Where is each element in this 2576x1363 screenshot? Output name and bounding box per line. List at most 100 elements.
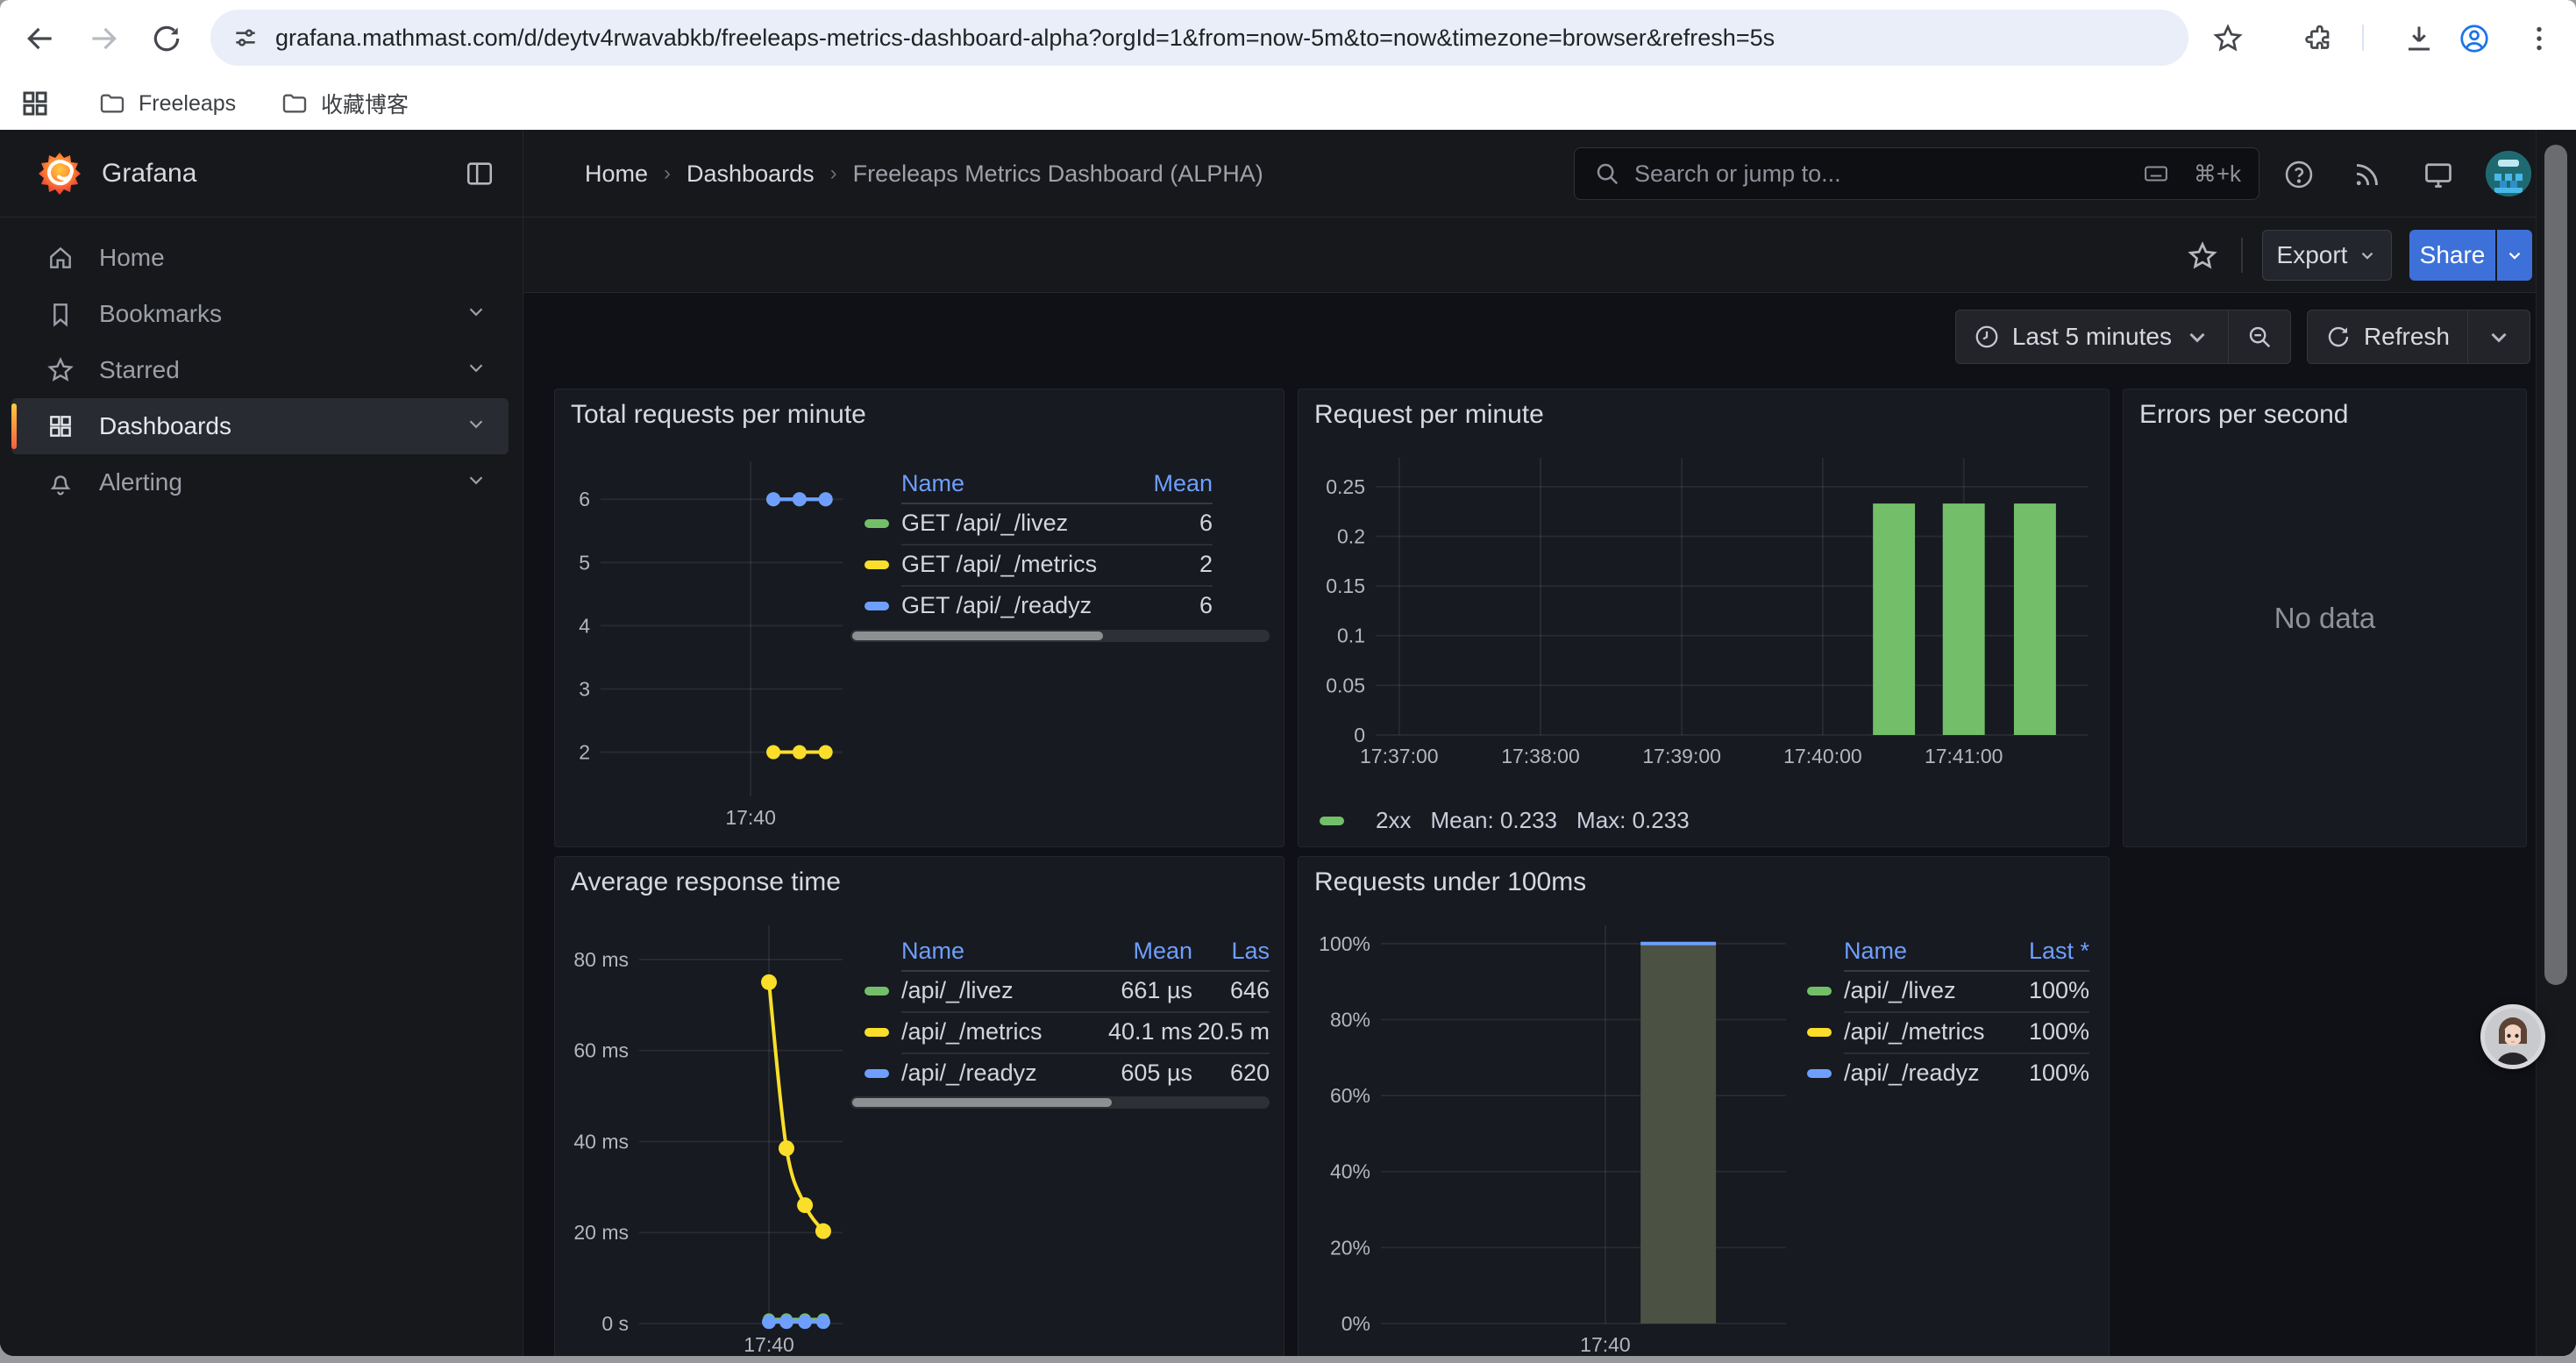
series-color-chip <box>1320 817 1344 825</box>
browser-menu-button[interactable] <box>2520 19 2558 58</box>
bookmark-star-button[interactable] <box>2209 19 2247 58</box>
downloads-button[interactable] <box>2400 19 2438 58</box>
time-range-group: Last 5 minutes <box>1955 310 2291 364</box>
legend-row[interactable]: /api/_/livez 661 µs 646 <box>865 970 1270 1011</box>
legend-row[interactable]: /api/_/readyz 605 µs 620 <box>865 1053 1270 1094</box>
svg-text:0.1: 0.1 <box>1337 624 1365 647</box>
chevron-down-icon <box>465 356 487 385</box>
series-name[interactable]: GET /api/_/metrics <box>901 551 1107 578</box>
series-last: 100% <box>1993 1018 2089 1045</box>
favorite-dashboard-button[interactable] <box>2183 237 2222 275</box>
user-avatar[interactable] <box>2486 151 2531 196</box>
share-button[interactable]: Share <box>2409 230 2495 281</box>
bookmark-folder-freeleaps[interactable]: Freeleaps <box>98 84 236 123</box>
brand-name: Grafana <box>102 159 196 189</box>
svg-text:80 ms: 80 ms <box>573 948 629 971</box>
series-name[interactable]: /api/_/metrics <box>901 1018 1070 1045</box>
sidebar-item-starred[interactable]: Starred <box>11 342 509 398</box>
series-name[interactable]: /api/_/metrics <box>1844 1018 1993 1045</box>
legend-row[interactable]: /api/_/metrics 40.1 ms 20.5 m <box>865 1011 1270 1053</box>
page-scrollbar[interactable] <box>2536 130 2576 1356</box>
site-settings-icon[interactable] <box>231 24 260 52</box>
svg-text:20 ms: 20 ms <box>573 1221 629 1244</box>
profile-icon <box>2459 23 2490 54</box>
star-icon <box>2212 23 2244 54</box>
display-button[interactable] <box>2419 155 2458 194</box>
bookmark-folder-label: 收藏博客 <box>321 88 409 119</box>
svg-text:60%: 60% <box>1330 1084 1370 1107</box>
series-name[interactable]: GET /api/_/readyz <box>901 592 1107 619</box>
series-name[interactable]: /api/_/readyz <box>901 1060 1070 1087</box>
scrollbar-thumb[interactable] <box>2544 145 2567 985</box>
col-last[interactable]: Last * <box>1993 938 2089 965</box>
clock-icon <box>1974 324 2000 350</box>
legend-row[interactable]: /api/_/livez 100% <box>1807 970 2089 1011</box>
forward-icon <box>87 22 120 55</box>
col-mean[interactable]: Mean <box>1070 938 1192 965</box>
share-label: Share <box>2420 241 2486 269</box>
bookmark-folder-blogs[interactable]: 收藏博客 <box>281 84 409 123</box>
forward-button[interactable] <box>84 19 123 58</box>
legend-scrollbar[interactable] <box>850 630 1270 642</box>
svg-text:40%: 40% <box>1330 1160 1370 1183</box>
refresh-button[interactable]: Refresh <box>2308 310 2467 363</box>
dashboards-grid-icon <box>46 412 75 440</box>
legend-row[interactable]: /api/_/metrics 100% <box>1807 1011 2089 1053</box>
legend-scrollbar[interactable] <box>850 1096 1270 1109</box>
panel-title[interactable]: Requests under 100ms <box>1314 867 1586 897</box>
search-input[interactable]: Search or jump to... ⌘+k <box>1574 147 2259 200</box>
sidebar-item-alerting[interactable]: Alerting <box>11 454 509 510</box>
series-name[interactable]: /api/_/readyz <box>1844 1060 1993 1087</box>
series-name[interactable]: /api/_/livez <box>1844 977 1993 1004</box>
monitor-icon <box>2423 159 2454 190</box>
col-last[interactable]: Las <box>1192 938 1270 965</box>
col-name[interactable]: Name <box>865 938 1070 965</box>
time-range-button[interactable]: Last 5 minutes <box>1956 310 2228 363</box>
series-name[interactable]: GET /api/_/livez <box>901 510 1107 537</box>
series-name[interactable]: /api/_/livez <box>901 977 1070 1004</box>
col-name[interactable]: Name <box>1807 938 1993 965</box>
svg-text:17:38:00: 17:38:00 <box>1501 745 1580 767</box>
legend-row[interactable]: GET /api/_/metrics 2 <box>865 544 1213 585</box>
help-button[interactable] <box>2280 155 2318 194</box>
col-mean[interactable]: Mean <box>1107 470 1213 497</box>
search-shortcut: ⌘+k <box>2124 161 2241 188</box>
panel-title[interactable]: Request per minute <box>1314 400 1544 430</box>
panel-title[interactable]: Average response time <box>571 867 841 897</box>
sidebar-toggle-icon[interactable] <box>465 159 495 189</box>
sidebar-item-home[interactable]: Home <box>11 230 509 286</box>
svg-text:20%: 20% <box>1330 1236 1370 1259</box>
news-button[interactable] <box>2348 155 2387 194</box>
series-last: 100% <box>1993 977 2089 1004</box>
legend-row[interactable]: GET /api/_/livez 6 <box>865 503 1213 544</box>
reload-button[interactable] <box>147 19 186 58</box>
series-color-chip <box>865 519 889 528</box>
series-name[interactable]: 2xx <box>1376 807 1411 834</box>
profile-button[interactable] <box>2455 19 2494 58</box>
legend-row[interactable]: GET /api/_/readyz 6 <box>865 585 1213 626</box>
col-name[interactable]: Name <box>865 470 1107 497</box>
floating-assistant-avatar[interactable] <box>2480 1004 2545 1069</box>
extensions-button[interactable] <box>2301 19 2339 58</box>
apps-grid-button[interactable] <box>16 84 54 123</box>
sidebar-item-bookmarks[interactable]: Bookmarks <box>11 286 509 342</box>
panel-title[interactable]: Total requests per minute <box>571 400 866 430</box>
breadcrumb-dashboards[interactable]: Dashboards <box>687 161 815 188</box>
series-last: 100% <box>1993 1060 2089 1087</box>
series-last: 20.5 m <box>1192 1018 1270 1045</box>
refresh-interval-button[interactable] <box>2467 310 2530 363</box>
svg-text:17:41:00: 17:41:00 <box>1925 745 2003 767</box>
sidebar-item-dashboards[interactable]: Dashboards <box>11 398 509 454</box>
zoom-out-button[interactable] <box>2228 310 2290 363</box>
legend-row[interactable]: /api/_/readyz 100% <box>1807 1053 2089 1094</box>
breadcrumb-home[interactable]: Home <box>585 161 648 188</box>
address-bar[interactable]: grafana.mathmast.com/d/deytv4rwavabkb/fr… <box>210 10 2188 66</box>
export-button[interactable]: Export <box>2262 230 2392 281</box>
reload-icon <box>150 22 183 55</box>
browser-toolbar: grafana.mathmast.com/d/deytv4rwavabkb/fr… <box>0 0 2576 77</box>
share-menu-button[interactable] <box>2497 230 2532 281</box>
back-button[interactable] <box>21 19 60 58</box>
series-mean: 40.1 ms <box>1070 1018 1192 1045</box>
app-header: Home › Dashboards › Freeleaps Metrics Da… <box>523 130 2576 218</box>
series-last: 620 <box>1192 1060 1270 1087</box>
